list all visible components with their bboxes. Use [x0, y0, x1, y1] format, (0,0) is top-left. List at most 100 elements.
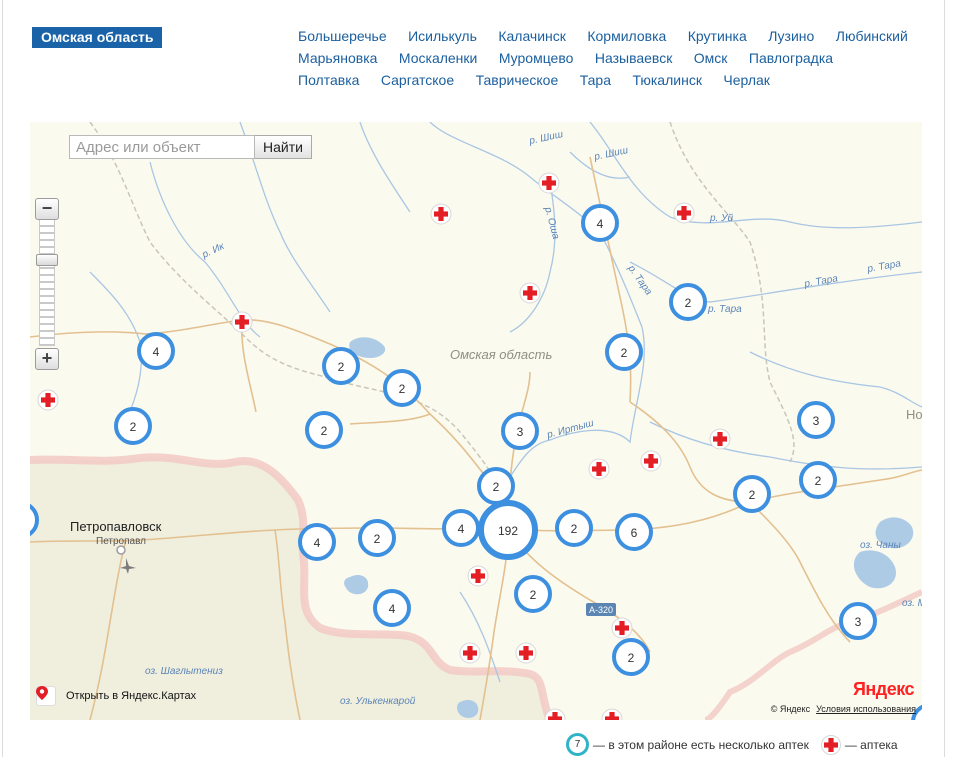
svg-text:2: 2	[628, 651, 635, 665]
cluster-marker[interactable]: 4	[137, 332, 175, 370]
cluster-marker[interactable]: 2	[605, 333, 643, 371]
cluster-marker[interactable]: 2	[612, 638, 650, 676]
map-canvas[interactable]: Омская область р. Шиш р. Шиш р. Оша р. И…	[30, 122, 922, 720]
river-label: р. Шиш	[592, 145, 629, 163]
city-link[interactable]: Калачинск	[498, 28, 566, 44]
svg-text:2: 2	[493, 480, 500, 494]
kazakhstan-territory	[30, 457, 550, 720]
pharmacy-marker[interactable]	[640, 450, 662, 472]
cluster-marker[interactable]: 3	[839, 602, 877, 640]
svg-text:4: 4	[458, 522, 465, 536]
river-label: р. Уй	[709, 213, 734, 224]
pharmacy-marker[interactable]	[709, 428, 731, 450]
pharmacy-marker[interactable]	[611, 617, 633, 639]
pharmacy-marker[interactable]	[231, 311, 253, 333]
svg-text:2: 2	[571, 522, 578, 536]
city-link[interactable]: Тюкалинск	[632, 72, 702, 88]
svg-text:2: 2	[399, 382, 406, 396]
open-in-maps-label: Открыть в Яндекс.Картах	[66, 690, 197, 702]
map-legend: 7 — в этом районе есть несколько аптек —…	[566, 733, 898, 756]
city-link[interactable]: Любинский	[836, 28, 908, 44]
pharmacy-marker[interactable]	[430, 203, 452, 225]
cluster-marker[interactable]: 2	[358, 519, 396, 557]
pharmacy-marker[interactable]	[459, 642, 481, 664]
city-link[interactable]: Омск	[694, 50, 728, 66]
city-link[interactable]: Полтавка	[298, 72, 359, 88]
pharmacy-marker[interactable]	[37, 389, 59, 411]
svg-text:6: 6	[631, 526, 638, 540]
river-label: р. Тара	[803, 273, 840, 290]
city-link[interactable]: Лузино	[768, 28, 814, 44]
cluster-marker[interactable]: 4	[581, 204, 619, 242]
river-label: р. Тара	[866, 258, 903, 275]
svg-text:3: 3	[517, 425, 524, 439]
region-badge[interactable]: Омская область	[32, 27, 163, 48]
zoom-slider-track[interactable]	[39, 220, 55, 346]
city-link[interactable]: Называевск	[595, 50, 672, 66]
road-shield: А-320	[586, 603, 616, 616]
city-link[interactable]: Павлоградка	[749, 50, 833, 66]
city-link[interactable]: Марьяновка	[298, 50, 377, 66]
cluster-marker[interactable]: 2	[114, 407, 152, 445]
cluster-marker-large[interactable]: 192	[478, 500, 538, 560]
city-link[interactable]: Москаленки	[399, 50, 477, 66]
zoom-out-button[interactable]: −	[35, 198, 59, 220]
city-link[interactable]: Муромцево	[499, 50, 574, 66]
cluster-marker[interactable]: 2	[477, 467, 515, 505]
city-link[interactable]: Исилькуль	[408, 28, 477, 44]
pharmacy-marker[interactable]	[601, 708, 623, 720]
svg-text:3: 3	[813, 414, 820, 428]
open-in-yandex-maps[interactable]: Открыть в Яндекс.Картах	[36, 686, 196, 706]
svg-text:2: 2	[749, 488, 756, 502]
svg-text:2: 2	[321, 424, 328, 438]
pharmacy-marker[interactable]	[519, 282, 541, 304]
city-row: Большеречье Исилькуль Калачинск Кормилов…	[298, 28, 918, 50]
cluster-marker[interactable]: 4	[298, 523, 336, 561]
cluster-marker[interactable]: 2	[799, 461, 837, 499]
cluster-marker[interactable]: 4	[373, 589, 411, 627]
cluster-marker[interactable]: 2	[514, 575, 552, 613]
cluster-marker[interactable]: 2	[383, 369, 421, 407]
city-link[interactable]: Саргатское	[381, 72, 454, 88]
edge-label: Но	[906, 407, 922, 422]
cluster-marker[interactable]: 2	[733, 475, 771, 513]
city-link[interactable]: Крутинка	[688, 28, 747, 44]
city-link[interactable]: Большеречье	[298, 28, 387, 44]
svg-text:2: 2	[338, 360, 345, 374]
svg-text:4: 4	[597, 217, 604, 231]
cluster-marker[interactable]: 2	[322, 347, 360, 385]
pharmacy-marker[interactable]	[588, 458, 610, 480]
svg-text:192: 192	[498, 524, 518, 538]
border-line-east	[704, 589, 922, 720]
pharmacy-marker[interactable]	[673, 202, 695, 224]
lake-label: оз. Чаны	[860, 540, 901, 551]
pharmacy-marker[interactable]	[538, 172, 560, 194]
zoom-in-button[interactable]: +	[35, 348, 59, 370]
city-link[interactable]: Тара	[580, 72, 611, 88]
cluster-marker[interactable]: 2	[555, 509, 593, 547]
svg-text:А-320: А-320	[589, 605, 613, 615]
city-link[interactable]: Таврическое	[476, 72, 559, 88]
pharmacy-marker[interactable]	[515, 642, 537, 664]
search-input[interactable]	[69, 135, 255, 159]
zoom-slider-handle[interactable]	[36, 254, 58, 266]
city-link[interactable]: Кормиловка	[587, 28, 666, 44]
legend-cluster-icon: 7	[566, 733, 589, 756]
city-link[interactable]: Черлак	[723, 72, 770, 88]
terms-link[interactable]: Условия использования	[816, 704, 916, 714]
cluster-marker[interactable]: 6	[615, 513, 653, 551]
cluster-marker[interactable]: 3	[797, 401, 835, 439]
page-frame-right	[944, 0, 945, 757]
search-button[interactable]: Найти	[255, 135, 312, 159]
svg-text:4: 4	[153, 345, 160, 359]
cluster-marker[interactable]: 2	[669, 283, 707, 321]
pharmacy-marker[interactable]	[467, 565, 489, 587]
city-sublabel: Петропавл	[96, 536, 146, 547]
svg-text:4: 4	[314, 536, 321, 550]
cluster-marker[interactable]: 2	[305, 411, 343, 449]
cluster-marker[interactable]: 4	[442, 509, 480, 547]
pharmacy-cross-icon	[820, 734, 841, 755]
svg-text:3: 3	[855, 615, 862, 629]
map-widget[interactable]: Омская область р. Шиш р. Шиш р. Оша р. И…	[30, 122, 922, 720]
cluster-marker[interactable]: 3	[501, 412, 539, 450]
